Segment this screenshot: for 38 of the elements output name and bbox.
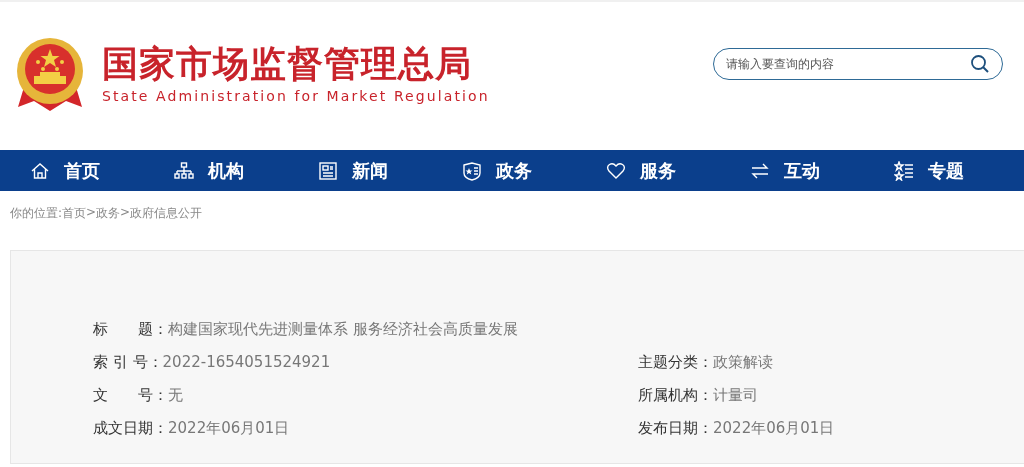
nav-item[interactable]: 首页 (30, 158, 100, 183)
nav-item[interactable]: 服务 (606, 158, 676, 183)
nav-item[interactable]: 机构 (174, 158, 244, 183)
field-value: 构建国家现代先进测量体系 服务经济社会高质量发展 (168, 320, 518, 339)
field-value: 2022年06月01日 (168, 419, 290, 438)
heart-icon (606, 160, 626, 181)
breadcrumb-link[interactable]: 首页 (62, 205, 87, 222)
home-icon (30, 160, 50, 181)
nav-item[interactable]: 互动 (750, 158, 820, 183)
site-subtitle: State Administration for Market Regulation (102, 87, 490, 106)
search-field[interactable]: 请输入要查询的内容 (713, 48, 1003, 80)
field-value: 2022年06月01日 (713, 419, 835, 438)
field-label: 发布日期： (638, 419, 713, 438)
breadcrumb-link[interactable]: 政务 (96, 205, 121, 222)
hierarchy-icon (174, 160, 194, 181)
field-label: 所属机构： (638, 386, 713, 405)
emblem-icon (14, 35, 86, 113)
breadcrumb-link[interactable]: 政府信息公开 (130, 205, 203, 222)
field-label: 成文日期： (93, 419, 168, 438)
nav-item[interactable]: 新闻 (318, 158, 388, 183)
breadcrumb-separator: > (86, 205, 97, 221)
breadcrumb-label: 你的位置: (10, 205, 63, 222)
site-title: 国家市场监督管理总局 (102, 42, 473, 86)
nav-item[interactable]: 政务 (462, 158, 532, 183)
nav-item[interactable]: 专题 (894, 158, 964, 183)
field-label: 标 题： (93, 320, 168, 339)
field-label: 文 号： (93, 386, 168, 405)
breadcrumb-separator: > (120, 205, 131, 221)
search-icon[interactable] (970, 54, 990, 74)
star-list-icon (894, 160, 914, 181)
field-value: 无 (168, 386, 183, 405)
field-value: 政策解读 (713, 353, 773, 372)
field-label: 索 引 号： (93, 353, 163, 372)
shield-star-icon (462, 160, 482, 181)
field-value: 2022-1654051524921 (162, 353, 331, 372)
field-value: 计量司 (713, 386, 758, 405)
field-label: 主题分类： (638, 353, 713, 372)
newspaper-icon (318, 160, 338, 181)
